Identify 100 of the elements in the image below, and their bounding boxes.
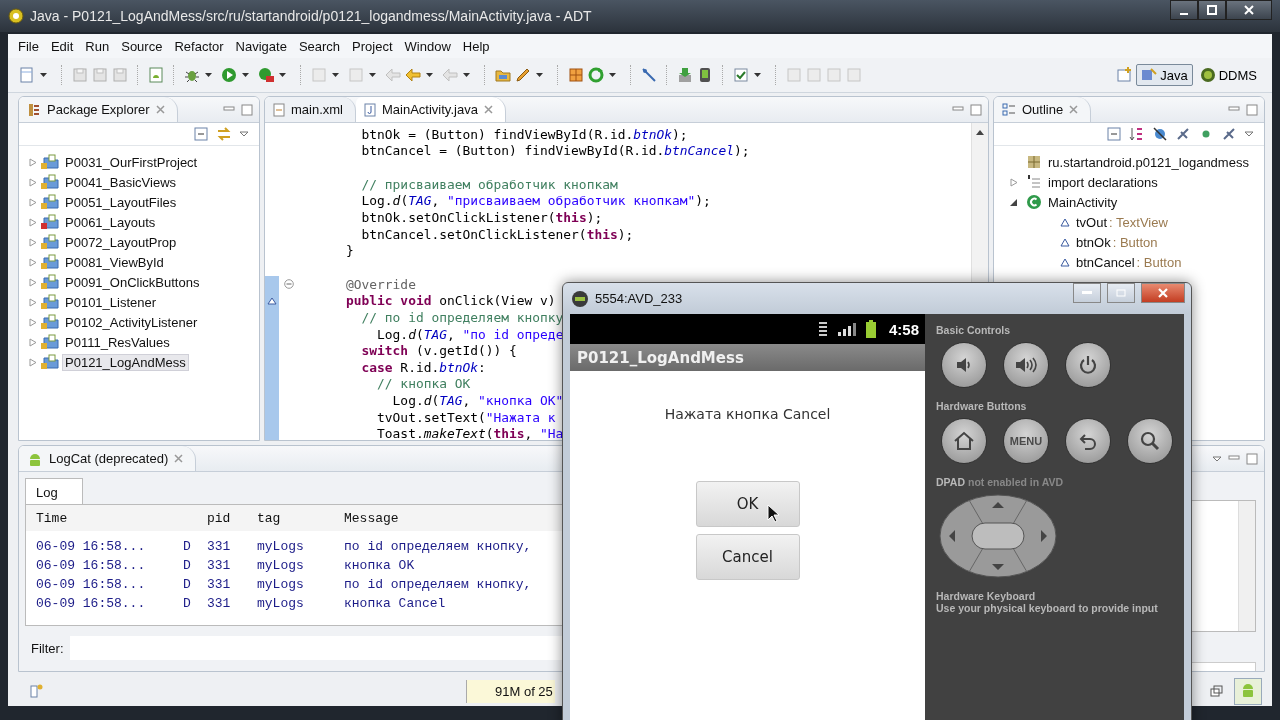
log-tab[interactable]: Log bbox=[25, 478, 83, 504]
outline-item[interactable]: btnCancel bbox=[1076, 254, 1135, 270]
tree-item[interactable]: P0091_OnClickButtons bbox=[63, 274, 202, 290]
tree-item[interactable]: P0072_LayoutProp bbox=[63, 234, 179, 250]
volume-down-button[interactable] bbox=[941, 342, 987, 388]
caret-icon[interactable] bbox=[205, 73, 212, 77]
override-marker-icon[interactable] bbox=[267, 296, 277, 305]
menu-item[interactable]: Search bbox=[292, 38, 347, 54]
caret-icon[interactable] bbox=[754, 73, 761, 77]
caret-icon[interactable] bbox=[242, 73, 249, 77]
menu-item[interactable]: Project bbox=[346, 38, 399, 54]
maximize-icon[interactable] bbox=[1246, 452, 1258, 465]
power-button[interactable] bbox=[1065, 342, 1111, 388]
caret-icon[interactable] bbox=[609, 73, 616, 77]
heap-status[interactable]: 91M of 25 bbox=[466, 679, 555, 703]
back-button[interactable] bbox=[1065, 418, 1111, 464]
close-icon[interactable] bbox=[483, 105, 493, 114]
hide-static-icon[interactable] bbox=[1175, 126, 1191, 142]
android-file-icon[interactable] bbox=[147, 66, 165, 84]
menu-item[interactable]: Window bbox=[398, 38, 457, 54]
maximize-button[interactable] bbox=[1198, 0, 1226, 20]
tree-item[interactable]: P0111_ResValues bbox=[63, 334, 172, 350]
caret-icon[interactable] bbox=[279, 73, 286, 77]
view-menu-icon[interactable] bbox=[1244, 131, 1254, 137]
caret-icon[interactable] bbox=[40, 73, 47, 77]
hide-local-icon[interactable] bbox=[1221, 126, 1237, 142]
tree-item[interactable]: P0061_Layouts bbox=[63, 214, 158, 230]
view-tab[interactable]: LogCat (deprecated) bbox=[19, 446, 197, 471]
app-button[interactable]: OK bbox=[695, 481, 800, 527]
expand-icon[interactable] bbox=[1010, 177, 1018, 187]
back-icon[interactable] bbox=[384, 66, 402, 84]
volume-up-button[interactable] bbox=[1003, 342, 1049, 388]
run-icon[interactable] bbox=[220, 66, 238, 84]
download-icon[interactable] bbox=[676, 66, 694, 84]
menu-item[interactable]: Source bbox=[115, 38, 169, 54]
maximize-icon[interactable] bbox=[241, 103, 253, 116]
collapse-icon[interactable] bbox=[1010, 197, 1018, 207]
tree-item[interactable]: P0101_Listener bbox=[63, 294, 159, 310]
outline-item[interactable]: tvOut bbox=[1076, 214, 1108, 230]
checkbox-icon[interactable] bbox=[732, 66, 750, 84]
view-menu-icon[interactable] bbox=[1212, 455, 1222, 462]
collapse-all-icon[interactable] bbox=[193, 126, 209, 142]
close-icon[interactable] bbox=[155, 105, 165, 114]
search-button[interactable] bbox=[1127, 418, 1173, 464]
maximize-icon[interactable] bbox=[1246, 103, 1258, 116]
menu-item[interactable]: Refactor bbox=[168, 38, 230, 54]
view-tab[interactable]: Package Explorer bbox=[19, 97, 178, 122]
home-button[interactable] bbox=[941, 418, 987, 464]
run-tool-icon[interactable] bbox=[257, 66, 275, 84]
dpad-drawing[interactable] bbox=[939, 494, 1057, 578]
pen-icon[interactable] bbox=[514, 66, 532, 84]
android-button[interactable] bbox=[1234, 677, 1262, 705]
tree-item[interactable]: P0102_ActivityListener bbox=[63, 314, 200, 330]
scroll-up-icon[interactable] bbox=[976, 129, 984, 135]
outline-item[interactable]: import declarations bbox=[1048, 174, 1158, 190]
view-menu-icon[interactable] bbox=[239, 131, 249, 137]
sort-icon[interactable] bbox=[1129, 126, 1145, 142]
link-icon[interactable] bbox=[216, 126, 232, 142]
maximize-icon[interactable] bbox=[970, 103, 982, 116]
collapse-all-icon[interactable] bbox=[1106, 126, 1122, 142]
column-header[interactable]: Time bbox=[32, 510, 183, 526]
menu-item[interactable]: Navigate bbox=[229, 38, 293, 54]
editor-tab[interactable]: MainActivity.java bbox=[356, 97, 506, 122]
tree-item[interactable]: P0041_BasicViews bbox=[63, 174, 179, 190]
perspective-button[interactable]: Java bbox=[1136, 64, 1193, 86]
column-header[interactable]: Message bbox=[344, 510, 399, 526]
view-tab[interactable]: Outline bbox=[994, 97, 1092, 122]
close-icon[interactable] bbox=[1069, 105, 1079, 114]
scrollbar[interactable] bbox=[1238, 501, 1255, 631]
menu-button[interactable]: MENU bbox=[1003, 418, 1049, 464]
close-icon[interactable] bbox=[174, 454, 184, 463]
outline-item[interactable]: btnOk bbox=[1076, 234, 1111, 250]
menu-item[interactable]: Help bbox=[456, 38, 496, 54]
grid-icon[interactable] bbox=[567, 66, 585, 84]
menu-item[interactable]: File bbox=[12, 38, 45, 54]
restore-icon[interactable] bbox=[1210, 685, 1224, 697]
minimize-button[interactable] bbox=[1170, 0, 1198, 20]
caret-icon[interactable] bbox=[463, 73, 470, 77]
column-header[interactable]: pid bbox=[207, 510, 257, 526]
caret-icon[interactable] bbox=[332, 73, 339, 77]
outline-item[interactable]: ru.startandroid.p0121_logandmess bbox=[1048, 154, 1249, 170]
fold-icon[interactable] bbox=[284, 279, 294, 290]
editor-tab[interactable]: main.xml bbox=[265, 97, 356, 122]
app-button[interactable]: Cancel bbox=[695, 534, 800, 580]
column-header[interactable]: tag bbox=[257, 510, 344, 526]
tree-item[interactable]: P0081_ViewById bbox=[63, 254, 166, 270]
hide-fields-icon[interactable] bbox=[1152, 126, 1168, 142]
menu-item[interactable]: Run bbox=[79, 38, 116, 54]
tree-item[interactable]: P0051_LayoutFiles bbox=[63, 194, 179, 210]
caret-icon[interactable] bbox=[426, 73, 433, 77]
tree-item[interactable]: P0031_OurFirstProject bbox=[63, 154, 200, 170]
perspective-button[interactable]: DDMS bbox=[1194, 64, 1262, 86]
menu-item[interactable]: Edit bbox=[44, 38, 80, 54]
caret-icon[interactable] bbox=[536, 73, 543, 77]
outline-item[interactable]: MainActivity bbox=[1048, 194, 1118, 210]
close-button[interactable] bbox=[1226, 0, 1272, 20]
pin-icon[interactable] bbox=[640, 66, 658, 84]
tree-item[interactable]: P0121_LogAndMess bbox=[63, 354, 188, 370]
fast-view-icon[interactable] bbox=[28, 683, 44, 699]
caret-icon[interactable] bbox=[369, 73, 376, 77]
